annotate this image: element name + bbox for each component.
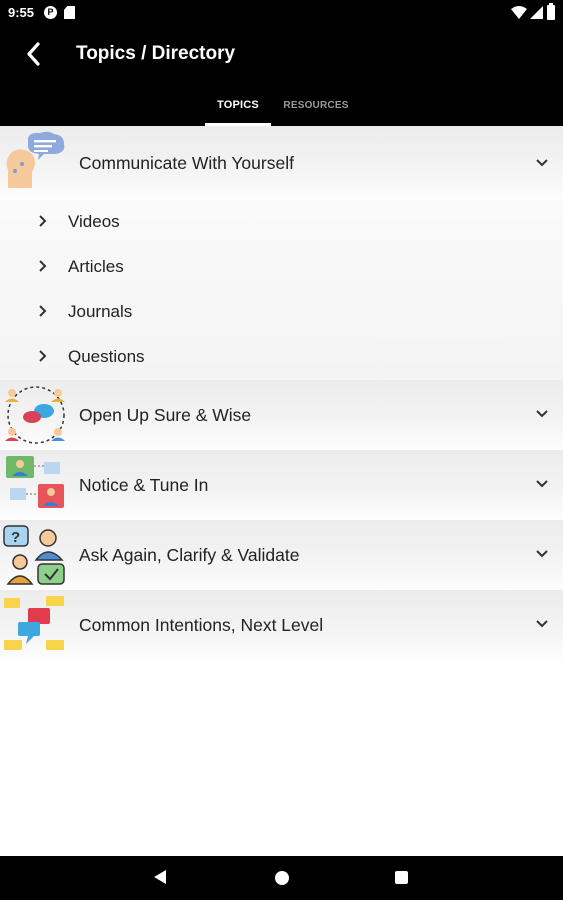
tab-topics[interactable]: TOPICS <box>205 92 271 126</box>
conversation-icon <box>6 456 64 508</box>
speech-bubbles-icon <box>4 596 64 650</box>
topic-list: Communicate With Yourself Videos Article… <box>0 126 563 660</box>
back-arrow-icon <box>27 42 40 66</box>
sd-card-icon <box>64 6 75 19</box>
subitem-articles[interactable]: Articles <box>0 245 563 290</box>
topic-row-open-up-sure-wise[interactable]: Open Up Sure & Wise <box>0 380 563 450</box>
chevron-right-icon <box>39 305 47 317</box>
signal-icon <box>530 6 543 19</box>
back-button[interactable] <box>18 38 52 70</box>
topic-label: Open Up Sure & Wise <box>79 405 252 425</box>
page-title: Topics / Directory <box>76 43 236 64</box>
battery-icon <box>547 3 555 20</box>
chevron-right-icon <box>39 350 47 362</box>
chevron-up-icon[interactable] <box>535 157 549 167</box>
status-bar: 9:55 P <box>0 0 563 26</box>
nav-back-icon[interactable] <box>153 869 167 885</box>
question-check-icon: ? <box>3 525 65 585</box>
subitem-list: Videos Articles Journals Questions <box>0 200 563 380</box>
topic-label: Notice & Tune In <box>79 475 209 495</box>
topic-label: Common Intentions, Next Level <box>79 615 324 635</box>
app-bar: Topics / Directory TOPICS RESOURCES <box>0 26 563 126</box>
chevron-down-icon[interactable] <box>535 548 549 558</box>
chevron-right-icon <box>39 215 47 227</box>
subitem-label: Journals <box>68 302 133 321</box>
chevron-down-icon[interactable] <box>535 478 549 488</box>
chevron-down-icon[interactable] <box>535 408 549 418</box>
topic-row-ask-again-clarify-validate[interactable]: ? Ask Again, Clarify & Validate <box>0 520 563 590</box>
subitem-label: Questions <box>68 347 145 366</box>
svg-text:?: ? <box>11 529 20 546</box>
subitem-videos[interactable]: Videos <box>0 200 563 245</box>
tab-resources[interactable]: RESOURCES <box>280 92 352 126</box>
subitem-questions[interactable]: Questions <box>0 335 563 380</box>
subitem-label: Articles <box>68 257 124 276</box>
status-time: 9:55 <box>8 5 35 20</box>
thinking-head-icon <box>6 131 65 188</box>
nav-recents-icon[interactable] <box>395 871 408 884</box>
subitem-journals[interactable]: Journals <box>0 290 563 335</box>
topic-row-common-intentions-next-level[interactable]: Common Intentions, Next Level <box>0 590 563 660</box>
topic-label: Ask Again, Clarify & Validate <box>79 545 300 565</box>
system-nav-bar <box>0 856 563 900</box>
topic-row-communicate-with-yourself[interactable]: Communicate With Yourself <box>0 126 563 200</box>
pocket-casts-icon: P <box>44 6 57 19</box>
topic-row-notice-tune-in[interactable]: Notice & Tune In <box>0 450 563 520</box>
subitem-label: Videos <box>68 212 120 231</box>
chevron-down-icon[interactable] <box>535 618 549 628</box>
nav-home-icon[interactable] <box>275 871 289 885</box>
chevron-right-icon <box>39 260 47 272</box>
topic-label: Communicate With Yourself <box>79 153 294 173</box>
group-chat-icon <box>5 386 65 444</box>
wifi-icon <box>511 6 527 19</box>
